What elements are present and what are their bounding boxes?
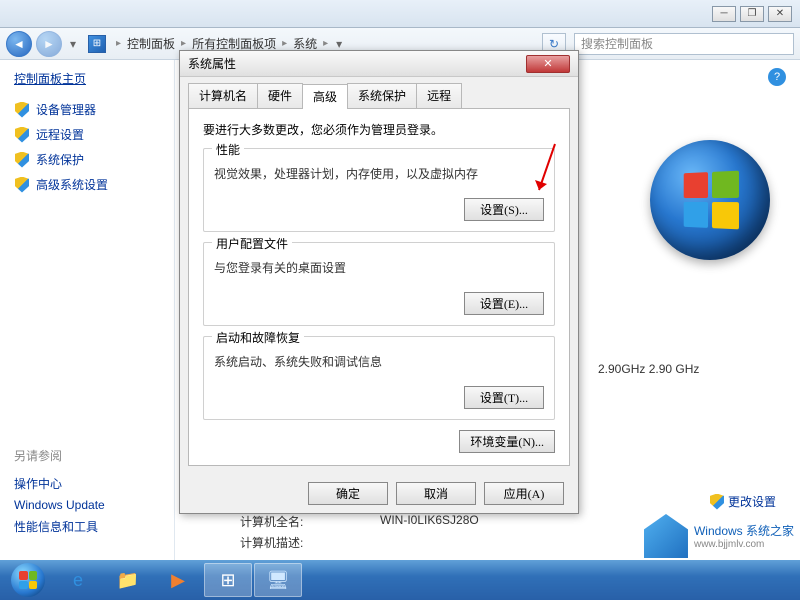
cancel-button[interactable]: 取消 — [396, 482, 476, 505]
taskbar-system[interactable]: 🖥 — [254, 563, 302, 597]
performance-settings-button[interactable]: 设置(S)... — [464, 198, 544, 221]
shield-icon — [14, 152, 30, 168]
sidebar-item-remote[interactable]: 远程设置 — [14, 122, 160, 147]
cpu-speed-text: 2.90GHz 2.90 GHz — [598, 362, 699, 376]
ie-icon: e — [64, 568, 92, 592]
group-user-profile: 用户配置文件 与您登录有关的桌面设置 设置(E)... — [203, 242, 555, 326]
shield-icon — [14, 177, 30, 193]
sidebar-item-device-manager[interactable]: 设备管理器 — [14, 97, 160, 122]
info-label: 计算机描述: — [240, 534, 380, 551]
sidebar-seealso-title: 另请参阅 — [14, 447, 160, 464]
folder-icon: 📁 — [114, 568, 142, 592]
tab-computer-name[interactable]: 计算机名 — [188, 83, 258, 108]
dialog-title: 系统属性 — [188, 55, 526, 72]
tab-protection[interactable]: 系统保护 — [347, 83, 417, 108]
ok-button[interactable]: 确定 — [308, 482, 388, 505]
watermark: Windows 系统之家 www.bjjmlv.com — [644, 514, 794, 558]
refresh-icon: ↻ — [549, 37, 559, 51]
forward-button[interactable]: ► — [36, 31, 62, 57]
shield-icon — [14, 102, 30, 118]
control-panel-icon: ⊞ — [214, 568, 242, 592]
close-button[interactable]: ✕ — [768, 6, 792, 22]
watermark-url: www.bjjmlv.com — [694, 539, 794, 550]
change-settings-link[interactable]: 更改设置 — [710, 493, 776, 510]
info-value: WIN-I0LIK6SJ28O — [380, 513, 479, 530]
tab-remote[interactable]: 远程 — [416, 83, 462, 108]
apply-button[interactable]: 应用(A) — [484, 482, 564, 505]
breadcrumb-sep-icon: ▸ — [323, 38, 328, 49]
search-placeholder: 搜索控制面板 — [581, 35, 653, 52]
watermark-title: Windows 系统之家 — [694, 522, 794, 539]
dialog-close-button[interactable]: ✕ — [526, 55, 570, 73]
sidebar-item-label: 系统保护 — [36, 151, 84, 168]
env-variables-button[interactable]: 环境变量(N)... — [459, 430, 555, 453]
start-button[interactable] — [4, 562, 52, 598]
breadcrumb-sep-icon: ▸ — [181, 38, 186, 49]
taskbar-ie[interactable]: e — [54, 563, 102, 597]
tab-advanced[interactable]: 高级 — [302, 84, 348, 109]
group-title: 用户配置文件 — [212, 235, 292, 252]
tab-panel-advanced: 要进行大多数更改，您必须作为管理员登录。 性能 视觉效果，处理器计划，内存使用，… — [188, 108, 570, 466]
breadcrumb-sep-icon: ▸ — [282, 38, 287, 49]
dialog-tabs: 计算机名 硬件 高级 系统保护 远程 — [180, 77, 578, 108]
window-titlebar: ─ ❐ ✕ — [0, 0, 800, 28]
admin-note: 要进行大多数更改，您必须作为管理员登录。 — [203, 121, 555, 138]
group-desc: 视觉效果，处理器计划，内存使用，以及虚拟内存 — [214, 165, 544, 182]
control-panel-icon: ⊞ — [88, 35, 106, 53]
shield-icon — [14, 127, 30, 143]
sidebar-link-performance[interactable]: 性能信息和工具 — [14, 515, 160, 538]
arrow-right-icon: ► — [43, 37, 55, 51]
taskbar-explorer[interactable]: 📁 — [104, 563, 152, 597]
taskbar-media[interactable]: ▶ — [154, 563, 202, 597]
info-label: 计算机全名: — [240, 513, 380, 530]
taskbar: e 📁 ▶ ⊞ 🖥 — [0, 560, 800, 600]
arrow-left-icon: ◄ — [13, 37, 25, 51]
minimize-button[interactable]: ─ — [712, 6, 736, 22]
computer-icon: 🖥 — [264, 568, 292, 592]
startup-settings-button[interactable]: 设置(T)... — [464, 386, 544, 409]
group-desc: 系统启动、系统失败和调试信息 — [214, 353, 544, 370]
help-button[interactable]: ? — [768, 68, 786, 86]
dialog-buttons: 确定 取消 应用(A) — [180, 474, 578, 513]
media-icon: ▶ — [164, 568, 192, 592]
windows-logo — [650, 140, 770, 260]
group-title: 启动和故障恢复 — [212, 329, 304, 346]
profile-settings-button[interactable]: 设置(E)... — [464, 292, 544, 315]
tab-hardware[interactable]: 硬件 — [257, 83, 303, 108]
shield-icon — [710, 494, 724, 510]
sidebar-home-link[interactable]: 控制面板主页 — [14, 70, 160, 87]
group-desc: 与您登录有关的桌面设置 — [214, 259, 544, 276]
sidebar-item-label: 设备管理器 — [36, 101, 96, 118]
watermark-icon — [644, 514, 688, 558]
group-performance: 性能 视觉效果，处理器计划，内存使用，以及虚拟内存 设置(S)... — [203, 148, 555, 232]
sidebar-item-protection[interactable]: 系统保护 — [14, 147, 160, 172]
back-button[interactable]: ◄ — [6, 31, 32, 57]
dialog-titlebar[interactable]: 系统属性 ✕ — [180, 51, 578, 77]
sidebar-item-label: 高级系统设置 — [36, 176, 108, 193]
breadcrumb-item[interactable]: 控制面板 — [127, 35, 175, 52]
sidebar-item-advanced[interactable]: 高级系统设置 — [14, 172, 160, 197]
search-input[interactable]: 搜索控制面板 — [574, 33, 794, 55]
sidebar-item-label: 远程设置 — [36, 126, 84, 143]
maximize-button[interactable]: ❐ — [740, 6, 764, 22]
group-title: 性能 — [212, 141, 244, 158]
taskbar-control-panel[interactable]: ⊞ — [204, 563, 252, 597]
sidebar: 控制面板主页 设备管理器 远程设置 系统保护 高级系统设置 另请参阅 操作中心 … — [0, 60, 175, 560]
sidebar-link-windows-update[interactable]: Windows Update — [14, 495, 160, 515]
system-properties-dialog: 系统属性 ✕ 计算机名 硬件 高级 系统保护 远程 要进行大多数更改，您必须作为… — [179, 50, 579, 514]
group-startup-recovery: 启动和故障恢复 系统启动、系统失败和调试信息 设置(T)... — [203, 336, 555, 420]
sidebar-link-action-center[interactable]: 操作中心 — [14, 472, 160, 495]
breadcrumb-sep-icon: ▸ — [116, 38, 121, 49]
history-dropdown[interactable]: ▾ — [66, 34, 80, 54]
